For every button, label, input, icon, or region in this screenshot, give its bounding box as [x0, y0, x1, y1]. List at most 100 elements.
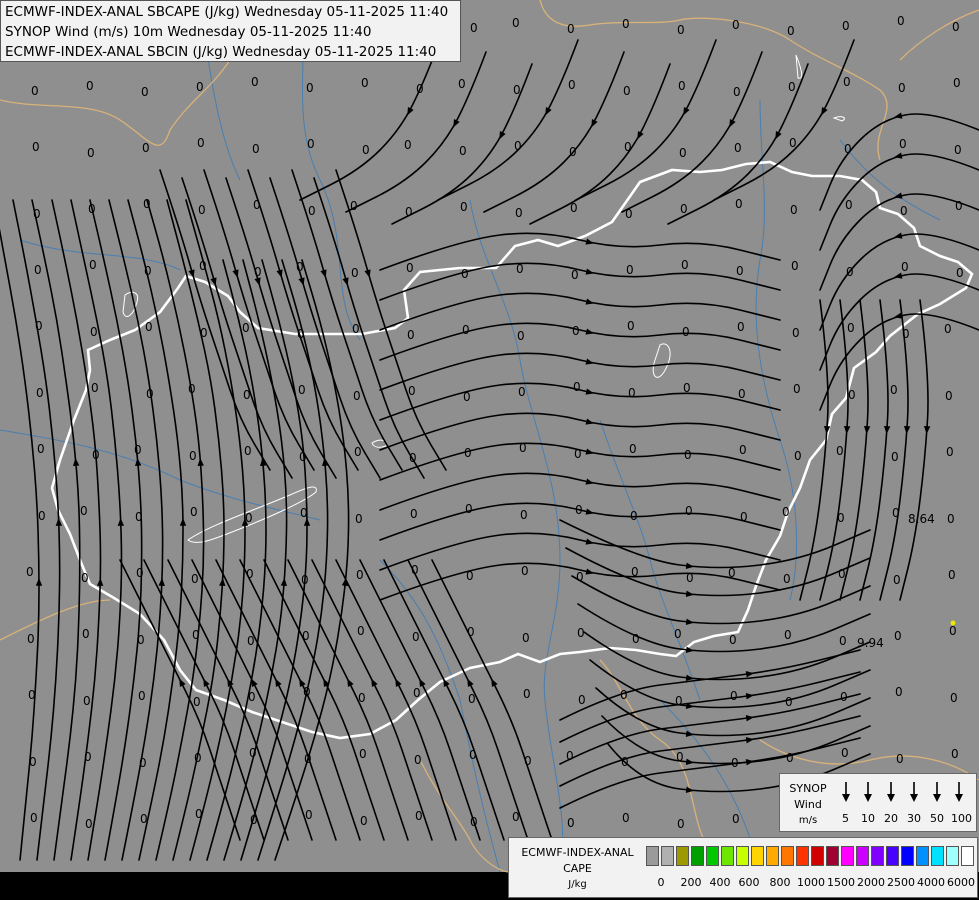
cape-grid-value: 0: [411, 563, 419, 577]
cape-grid-value: 0: [297, 327, 305, 341]
cape-grid-value: 0: [82, 627, 90, 641]
wind-speed-label: 20: [884, 812, 898, 825]
cape-grid-value: 0: [305, 808, 313, 822]
cape-grid-value: 0: [520, 508, 528, 522]
cape-grid-value: 0: [674, 627, 682, 641]
cape-grid-value: 0: [785, 695, 793, 709]
cape-grid-value: 0: [732, 18, 740, 32]
cape-grid-value: 0: [686, 571, 694, 585]
cape-grid-value: 0: [902, 327, 910, 341]
cape-grid-value: 0: [841, 746, 849, 760]
cape-grid-value: 0: [29, 755, 37, 769]
cape-grid-value: 0: [519, 441, 527, 455]
cape-grid-value: 0: [416, 82, 424, 96]
cape-grid-value: 0: [631, 565, 639, 579]
cape-grid-value: 0: [357, 624, 365, 638]
cape-grid-value: 0: [794, 449, 802, 463]
cape-color-swatch: [706, 846, 719, 866]
cape-color-swatch: [676, 846, 689, 866]
cape-grid-value: 0: [793, 382, 801, 396]
cape-grid-value: 0: [85, 817, 93, 831]
cape-grid-value: 0: [304, 752, 312, 766]
cape-legend-subtitle: CAPE: [563, 862, 592, 875]
cape-grid-value: 0: [569, 145, 577, 159]
cape-grid-value: 0: [570, 201, 578, 215]
cape-color-swatch: [661, 846, 674, 866]
cape-grid-value: 0: [512, 16, 520, 30]
cape-grid-value: 0: [628, 386, 636, 400]
cape-grid-value: 0: [144, 264, 152, 278]
cape-grid-value: 0: [735, 197, 743, 211]
cape-color-swatch: [931, 846, 944, 866]
cape-grid-value: 0: [515, 206, 523, 220]
cape-grid-value: 0: [143, 197, 151, 211]
cape-grid-value: 0: [895, 685, 903, 699]
cape-grid-value: 0: [146, 387, 154, 401]
cape-grid-value: 0: [736, 264, 744, 278]
cape-grid-value: 0: [32, 140, 40, 154]
cape-grid-value: 0: [37, 442, 45, 456]
cape-grid-value: 0: [567, 22, 575, 36]
cape-scale-tick: 1000: [797, 876, 825, 889]
cape-grid-value: 0: [952, 20, 960, 34]
cape-grid-value: 0: [466, 569, 474, 583]
cape-grid-value: 0: [945, 389, 953, 403]
cape-grid-value: 0: [632, 632, 640, 646]
cape-grid-value: 0: [199, 259, 207, 273]
cape-grid-value: 0: [406, 261, 414, 275]
cape-grid-value: 0: [361, 76, 369, 90]
cape-grid-value: 0: [792, 326, 800, 340]
cape-scale-tick: 600: [738, 876, 760, 889]
cape-grid-value: 0: [253, 198, 261, 212]
cape-grid-value: 0: [254, 265, 262, 279]
cape-grid-value: 0: [572, 324, 580, 338]
cape-scale-tick: 400: [709, 876, 731, 889]
cape-grid-value: 0: [464, 446, 472, 460]
cape-grid-value: 0: [729, 633, 737, 647]
cape-grid-value: 0: [621, 755, 629, 769]
map-background: [0, 0, 979, 872]
cape-grid-value: 0: [134, 443, 142, 457]
cape-grid-value: 0: [630, 509, 638, 523]
cape-color-swatch: [766, 846, 779, 866]
cape-grid-value: 0: [409, 451, 417, 465]
cape-grid-value: 0: [458, 77, 466, 91]
cape-grid-value: 0: [193, 695, 201, 709]
cape-grid-value: 0: [198, 203, 206, 217]
cape-color-swatch: [781, 846, 794, 866]
cape-grid-value: 0: [249, 746, 257, 760]
cape-grid-value: 0: [465, 502, 473, 516]
wind-speed-label: 30: [907, 812, 921, 825]
cape-grid-value: 0: [352, 322, 360, 336]
cape-grid-value: 0: [136, 566, 144, 580]
cape-scale-tick: 4000: [917, 876, 945, 889]
cape-grid-value: 0: [956, 266, 964, 280]
wind-speed-label: 50: [930, 812, 944, 825]
cape-grid-value: 0: [141, 85, 149, 99]
cape-grid-value: 0: [728, 566, 736, 580]
wind-legend: SYNOP Wind m/s 5 10 20 30 50 100: [779, 773, 977, 832]
cape-grid-value: 0: [88, 202, 96, 216]
cape-legend-unit: J/kg: [568, 879, 587, 890]
cape-grid-value: 0: [408, 384, 416, 398]
cape-grid-value: 0: [573, 380, 581, 394]
cape-grid-value: 0: [783, 572, 791, 586]
cape-grid-value: 0: [91, 381, 99, 395]
cape-grid-value: 0: [470, 21, 478, 35]
cape-color-swatch: [841, 846, 854, 866]
cape-grid-value: 0: [838, 567, 846, 581]
cape-grid-value: 0: [413, 686, 421, 700]
cape-grid-value: 0: [622, 17, 630, 31]
cape-grid-value: 0: [246, 567, 254, 581]
cape-grid-value: 0: [302, 629, 310, 643]
cape-color-swatch: [826, 846, 839, 866]
cape-grid-value: 0: [412, 630, 420, 644]
cape-grid-value: 0: [847, 321, 855, 335]
cape-grid-value: 0: [296, 260, 304, 274]
cape-color-swatch: [871, 846, 884, 866]
wind-speed-label: 100: [951, 812, 972, 825]
cape-grid-value: 0: [460, 200, 468, 214]
cape-grid-value: 0: [839, 634, 847, 648]
cape-grid-value: 0: [675, 694, 683, 708]
cape-grid-value: 0: [566, 749, 574, 763]
